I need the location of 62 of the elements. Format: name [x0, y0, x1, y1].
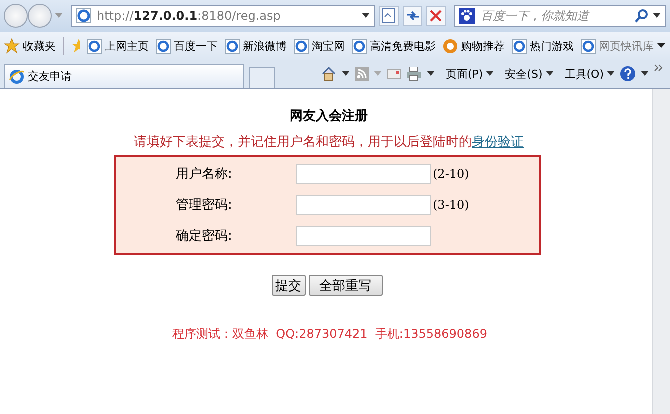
field-label: 用户名称:: [176, 166, 234, 183]
paw-icon: [459, 8, 475, 24]
command-menu[interactable]: 工具(O): [564, 66, 615, 82]
printer-icon[interactable]: [406, 67, 422, 81]
command-menu[interactable]: 页面(P): [446, 66, 494, 82]
chevron-icon[interactable]: [654, 64, 664, 72]
help-icon[interactable]: [620, 66, 636, 82]
form-button[interactable]: 全部重写: [308, 275, 382, 296]
refresh-icon[interactable]: [402, 6, 422, 26]
footer-text: 程序测试：双鱼林 QQ:287307421 手机:13558690869: [172, 326, 488, 343]
caret-icon[interactable]: [653, 13, 661, 19]
page-icon: [512, 38, 527, 54]
length-hint: (2-10): [433, 167, 470, 181]
scrollbar[interactable]: [652, 89, 670, 414]
favorite-link[interactable]: 高清免费电影: [352, 38, 436, 54]
input-field[interactable]: [296, 195, 431, 215]
field-label: 管理密码:: [176, 197, 234, 214]
back-button[interactable]: [4, 4, 28, 28]
feed-icon[interactable]: [354, 67, 369, 81]
mail-icon[interactable]: [386, 68, 401, 80]
favorite-link[interactable]: 上网主页: [87, 38, 149, 54]
page-icon: [156, 38, 171, 54]
field-label: 确定密码:: [176, 228, 234, 245]
search-icon[interactable]: [635, 9, 649, 23]
star-icon: [4, 38, 20, 54]
verification-link[interactable]: 身份验证: [472, 135, 524, 150]
page-icon: [225, 38, 240, 54]
page-title: 网友入会注册: [290, 108, 368, 125]
favorite-link[interactable]: 热门游戏: [512, 38, 574, 54]
page-icon: [294, 38, 309, 54]
caret-icon: [546, 71, 554, 77]
caret-icon: [486, 71, 494, 77]
browser-icon: [9, 68, 25, 84]
caret-icon[interactable]: [641, 71, 649, 77]
search-box[interactable]: 百度一下，你就知道: [454, 5, 666, 27]
home-icon[interactable]: [320, 66, 337, 82]
caret-icon: [657, 43, 666, 49]
stop-icon[interactable]: [426, 6, 446, 26]
shopping-icon: [443, 38, 458, 54]
page-icon: [581, 38, 596, 54]
favorites-button[interactable]: 收藏夹: [4, 38, 56, 54]
favorite-link[interactable]: 新浪微博: [225, 38, 287, 54]
input-field[interactable]: [296, 164, 431, 184]
form-button[interactable]: 提交: [272, 275, 306, 296]
page-icon: [76, 8, 92, 24]
favorite-link[interactable]: 购物推荐: [443, 38, 505, 54]
length-hint: (3-10): [433, 198, 470, 212]
notice-text: 请填好下表提交，并记住用户名和密码，用于以后登陆时的身份验证: [134, 134, 524, 151]
forward-button[interactable]: [28, 4, 52, 28]
page-icon: [87, 38, 102, 54]
caret-icon[interactable]: [426, 71, 435, 77]
page-icon: [352, 38, 367, 54]
command-menu[interactable]: 安全(S): [505, 66, 554, 82]
caret-icon[interactable]: [342, 71, 350, 77]
address-field[interactable]: http://127.0.0.1:8180/reg.asp: [71, 5, 376, 27]
favorite-link[interactable]: 网页快讯库: [581, 38, 666, 54]
browser-tab[interactable]: 交友申请: [4, 64, 244, 88]
caret-icon[interactable]: [362, 13, 370, 19]
input-field[interactable]: [296, 226, 431, 246]
favorite-link[interactable]: 百度一下: [156, 38, 218, 54]
caret-icon: [607, 71, 615, 77]
favorite-link[interactable]: 淘宝网: [294, 38, 345, 54]
